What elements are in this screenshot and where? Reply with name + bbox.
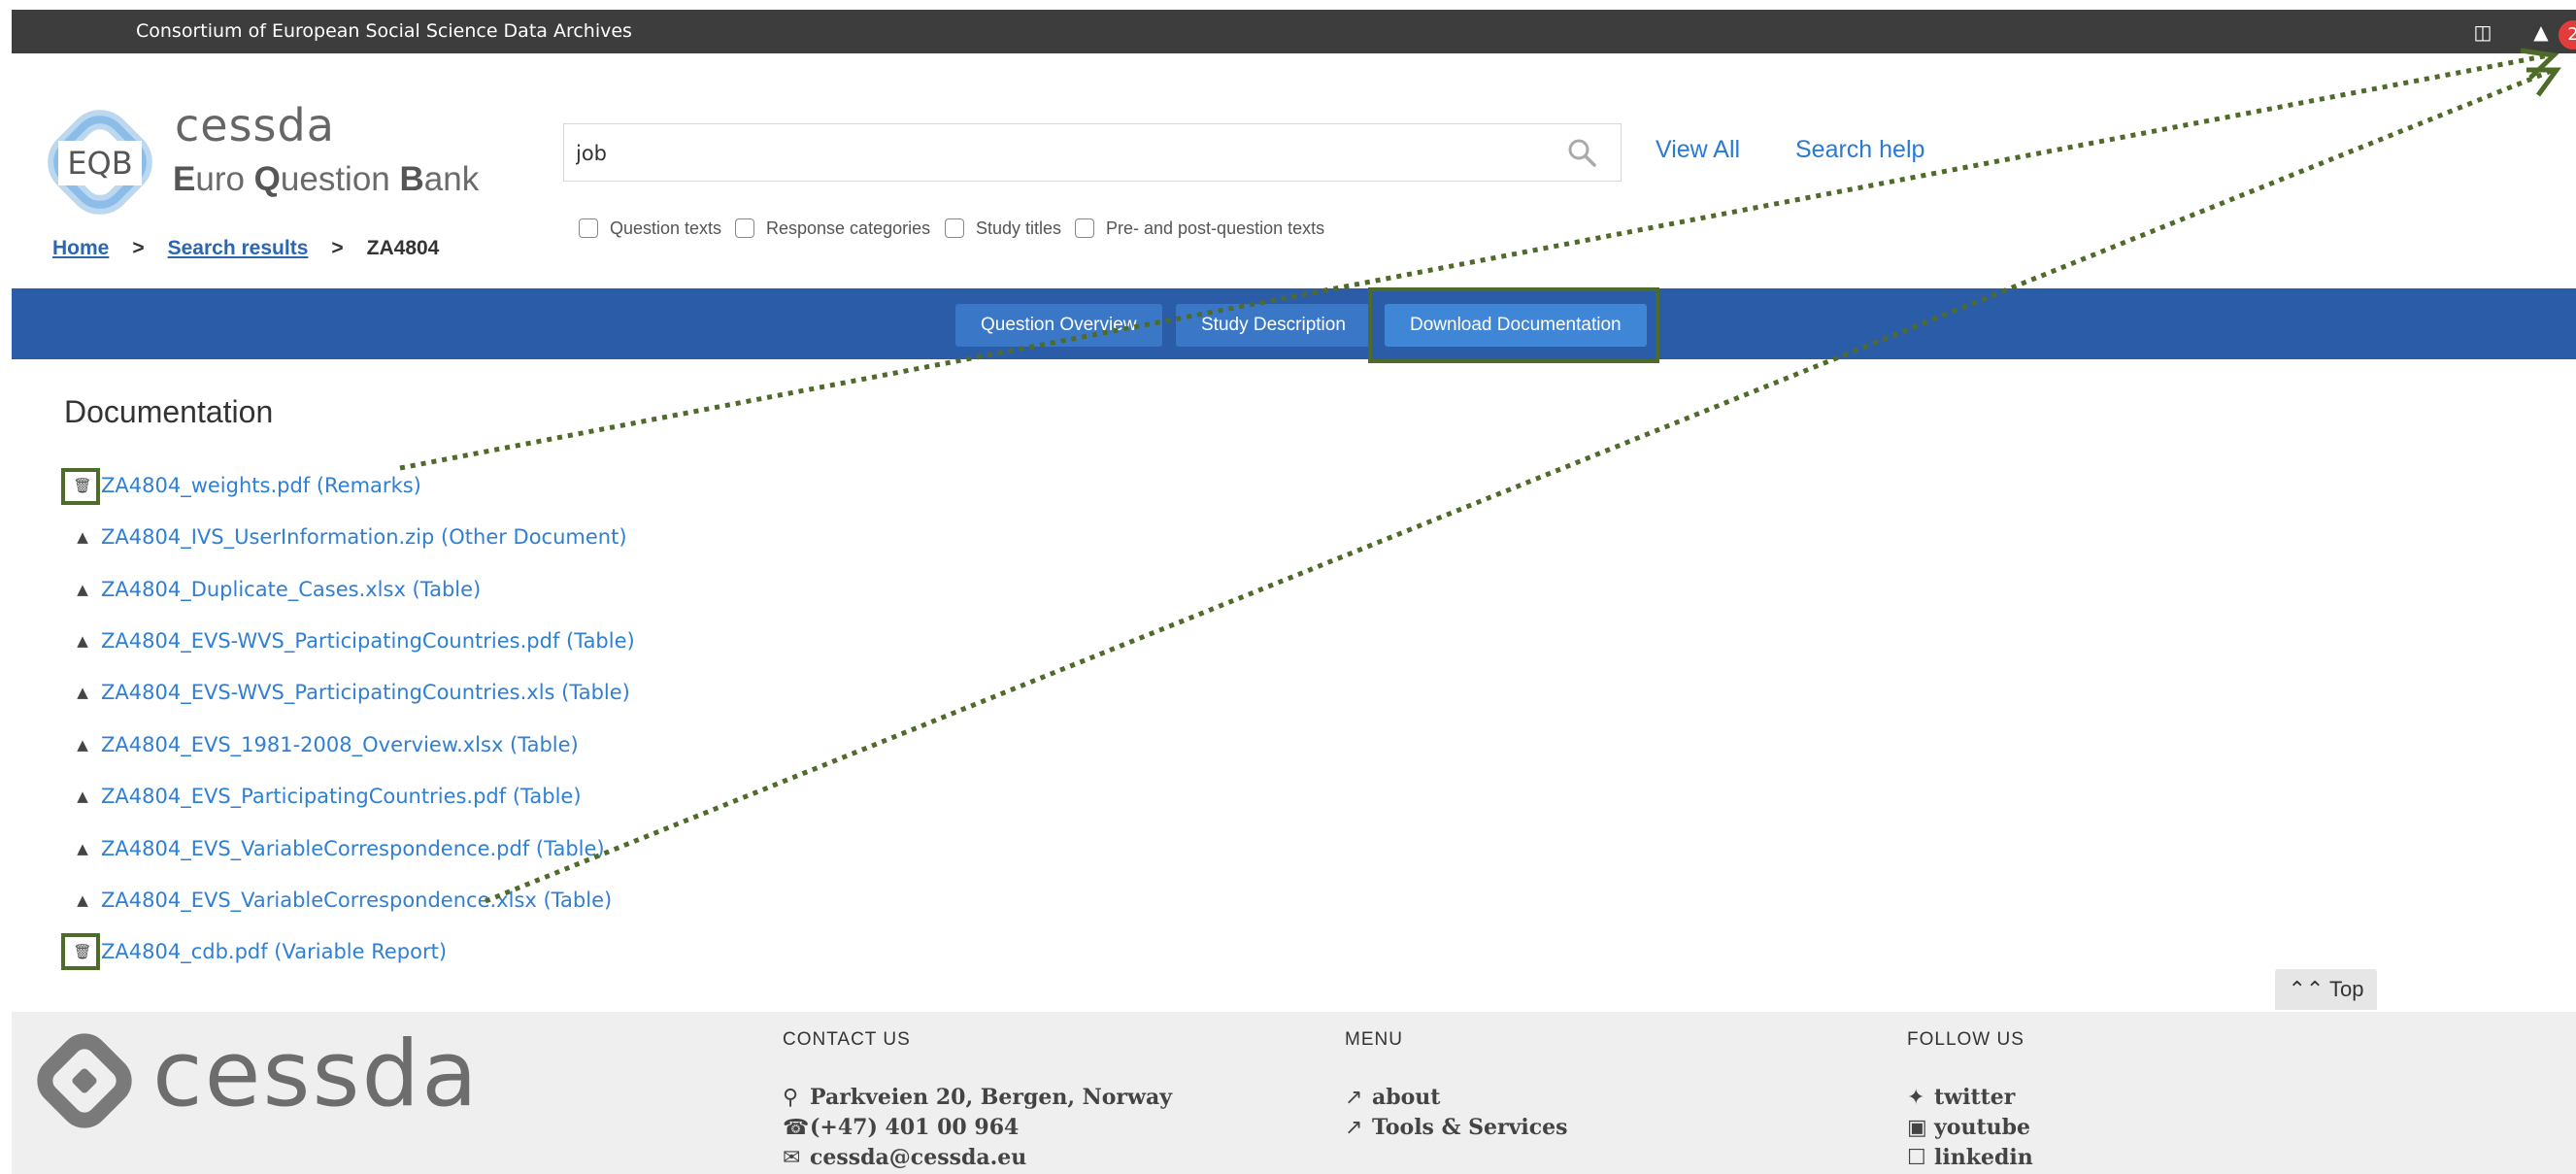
- social-linkedin[interactable]: ☐ linkedin: [1907, 1145, 2033, 1170]
- list-item: ▲ ZA4804_EVS-WVS_ParticipatingCountries.x…: [70, 675, 630, 710]
- breadcrumb-search-results[interactable]: Search results: [168, 237, 309, 259]
- filter-response-categories[interactable]: Response categories: [735, 214, 930, 243]
- list-item: ▲ ZA4804_EVS_ParticipatingCountries.pdf (…: [70, 779, 582, 814]
- document-link[interactable]: ZA4804_EVS-WVS_ParticipatingCountries.pd…: [101, 629, 635, 653]
- list-item: 🗑 ZA4804_weights.pdf (Remarks): [70, 468, 421, 503]
- tab-question-overview[interactable]: Question Overview: [955, 304, 1162, 347]
- list-item: ▲ ZA4804_EVS_VariableCorrespondence.pdf (…: [70, 831, 605, 866]
- envelope-icon: ✉: [783, 1146, 801, 1170]
- document-link[interactable]: ZA4804_weights.pdf (Remarks): [101, 474, 421, 497]
- list-item: ▲ ZA4804_EVS_1981-2008_Overview.xlsx (Tab…: [70, 727, 579, 762]
- document-link[interactable]: ZA4804_Duplicate_Cases.xlsx (Table): [101, 578, 481, 601]
- menu-heading: MENU: [1345, 1029, 1403, 1050]
- warning-icon: ▲: [77, 788, 88, 805]
- checkbox[interactable]: [945, 218, 964, 238]
- documentation-title: Documentation: [64, 394, 274, 429]
- contact-email[interactable]: ✉ cessda@cessda.eu: [783, 1145, 1026, 1170]
- search-input[interactable]: [574, 132, 1529, 175]
- logo-text: EQB: [67, 145, 132, 182]
- youtube-icon: ▣: [1907, 1116, 1927, 1140]
- filter-study-titles[interactable]: Study titles: [945, 214, 1061, 243]
- external-link-icon: ↗: [1345, 1116, 1363, 1140]
- brand-cessda: cessda: [175, 99, 335, 151]
- notification-badge[interactable]: 2: [2559, 20, 2576, 50]
- list-item: ▲ ZA4804_IVS_UserInformation.zip (Other D…: [70, 520, 627, 554]
- eqb-logo[interactable]: EQB: [29, 92, 175, 233]
- top-bar: Consortium of European Social Science Da…: [12, 10, 2576, 53]
- contact-heading: CONTACT US: [783, 1029, 911, 1050]
- map-pin-icon: ⚲: [783, 1086, 799, 1110]
- document-link[interactable]: ZA4804_IVS_UserInformation.zip (Other Do…: [101, 525, 627, 549]
- highlight-box: [1368, 287, 1659, 363]
- document-link[interactable]: ZA4804_EVS_VariableCorrespondence.xlsx (…: [101, 889, 612, 912]
- checkbox[interactable]: [735, 218, 754, 238]
- phone-icon: ☎: [783, 1116, 810, 1140]
- social-youtube[interactable]: ▣ youtube: [1907, 1115, 2030, 1140]
- layout-icon[interactable]: ◫: [2466, 17, 2499, 47]
- cessda-logo-icon[interactable]: [21, 1025, 148, 1137]
- warning-icon: ▲: [77, 632, 88, 650]
- org-name: Consortium of European Social Science Da…: [136, 20, 632, 42]
- warning-icon: ▲: [77, 684, 88, 701]
- double-chevron-up-icon: ⌃⌃: [2288, 977, 2330, 1001]
- warning-icon: ▲: [77, 840, 88, 857]
- warning-icon: ▲: [77, 581, 88, 598]
- linkedin-icon: ☐: [1907, 1146, 1926, 1170]
- contact-address: ⚲ Parkveien 20, Bergen, Norway: [783, 1085, 1172, 1110]
- document-link[interactable]: ZA4804_EVS_1981-2008_Overview.xlsx (Tabl…: [101, 733, 579, 756]
- list-item: ▲ ZA4804_EVS-WVS_ParticipatingCountries.p…: [70, 623, 635, 658]
- view-all-link[interactable]: View All: [1656, 136, 1740, 164]
- external-link-icon: ↗: [1345, 1086, 1363, 1110]
- document-link[interactable]: ZA4804_EVS-WVS_ParticipatingCountries.xl…: [101, 681, 630, 704]
- warning-icon: ▲: [77, 736, 88, 754]
- document-link[interactable]: ZA4804_cdb.pdf (Variable Report): [101, 940, 447, 963]
- filter-pre-post-question-texts[interactable]: Pre- and post-question texts: [1075, 214, 1324, 243]
- footer-logo-text: cessda: [152, 1022, 480, 1127]
- document-link[interactable]: ZA4804_EVS_ParticipatingCountries.pdf (T…: [101, 785, 582, 808]
- follow-heading: FOLLOW US: [1907, 1029, 2024, 1050]
- checkbox[interactable]: [1075, 218, 1094, 238]
- list-item: ▲ ZA4804_EVS_VariableCorrespondence.xlsx …: [70, 883, 612, 918]
- highlight-box: [61, 933, 100, 970]
- search-icon[interactable]: [1566, 137, 1597, 168]
- warning-icon: ▲: [77, 528, 88, 546]
- breadcrumb-home[interactable]: Home: [52, 237, 109, 259]
- alert-icon[interactable]: ▲: [2525, 16, 2558, 49]
- back-to-top-button[interactable]: ⌃⌃ Top: [2275, 969, 2377, 1010]
- breadcrumb-separator: >: [331, 237, 344, 259]
- tab-study-description[interactable]: Study Description: [1176, 304, 1371, 347]
- social-twitter[interactable]: ✦ twitter: [1907, 1085, 2015, 1110]
- menu-item-tools-services[interactable]: ↗ Tools & Services: [1345, 1115, 1568, 1140]
- footer: cessda CONTACT US ⚲ Parkveien 20, Bergen,…: [12, 1012, 2576, 1174]
- breadcrumb-current: ZA4804: [366, 237, 440, 259]
- brand-title: Euro Question Bank: [173, 160, 480, 198]
- search-help-link[interactable]: Search help: [1795, 136, 1924, 164]
- breadcrumb-separator: >: [132, 237, 145, 259]
- twitter-icon: ✦: [1907, 1086, 1925, 1110]
- list-item: 🗑 ZA4804_cdb.pdf (Variable Report): [70, 934, 447, 969]
- list-item: ▲ ZA4804_Duplicate_Cases.xlsx (Table): [70, 572, 481, 607]
- checkbox[interactable]: [579, 218, 598, 238]
- highlight-box: [61, 468, 100, 505]
- nav-bar: Question Overview Study Description Down…: [12, 288, 2576, 359]
- warning-icon: ▲: [77, 891, 88, 909]
- menu-item-about[interactable]: ↗ about: [1345, 1085, 1440, 1110]
- contact-phone: ☎(+47) 401 00 964: [783, 1115, 1020, 1140]
- document-link[interactable]: ZA4804_EVS_VariableCorrespondence.pdf (T…: [101, 837, 605, 860]
- search-box: [563, 123, 1622, 182]
- breadcrumb: Home > Search results > ZA4804: [52, 235, 439, 262]
- filter-question-texts[interactable]: Question texts: [579, 214, 721, 243]
